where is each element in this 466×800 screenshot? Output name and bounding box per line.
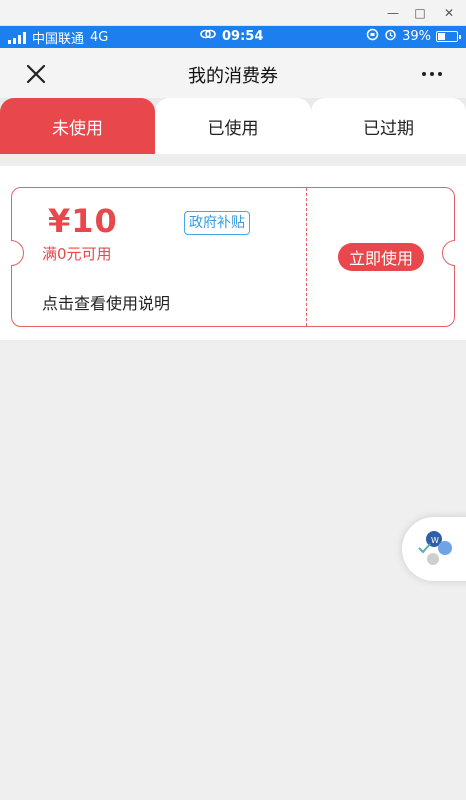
battery-percent: 39% (402, 29, 431, 44)
page-header: 我的消费券 (0, 48, 466, 100)
link-icon (200, 28, 216, 44)
coupon-divider (306, 188, 307, 326)
more-icon (422, 72, 426, 76)
floating-widget-icon: W (418, 531, 452, 565)
tab-expired[interactable]: 已过期 (311, 98, 466, 154)
more-button[interactable] (416, 58, 448, 90)
window-close-button[interactable]: ✕ (432, 0, 466, 26)
svg-text:W: W (431, 536, 439, 545)
alarm-icon (384, 28, 397, 45)
coupon-amount: ¥10 (48, 202, 118, 240)
usage-instructions-link[interactable]: 点击查看使用说明 (42, 290, 170, 314)
coupon-condition: 满0元可用 (42, 245, 112, 263)
tab-unused[interactable]: 未使用 (0, 98, 155, 154)
carrier-label: 中国联通 (32, 32, 85, 47)
rotation-lock-icon (366, 28, 379, 45)
coupon-list: ¥10 政府补贴 满0元可用 点击查看使用说明 立即使用 (0, 166, 466, 340)
tab-used[interactable]: 已使用 (155, 98, 311, 154)
page-title: 我的消费券 (188, 66, 278, 87)
window-title-bar: — □ ✕ (0, 0, 466, 26)
use-now-button[interactable]: 立即使用 (338, 243, 424, 271)
coupon-notch-left (11, 240, 24, 266)
tab-bar: 未使用 已使用 已过期 (0, 98, 466, 154)
coupon-badge: 政府补贴 (184, 211, 250, 235)
coupon-notch-right (442, 240, 455, 266)
clock-time: 09:54 (222, 28, 264, 44)
network-label: 4G (90, 30, 109, 45)
coupon-card[interactable]: ¥10 政府补贴 满0元可用 点击查看使用说明 立即使用 (11, 187, 455, 327)
signal-icon (8, 31, 26, 44)
status-bar: 中国联通 4G 09:54 39% (0, 26, 466, 48)
divider (0, 154, 466, 166)
floating-widget-button[interactable]: W (402, 517, 466, 581)
battery-icon (436, 31, 461, 42)
